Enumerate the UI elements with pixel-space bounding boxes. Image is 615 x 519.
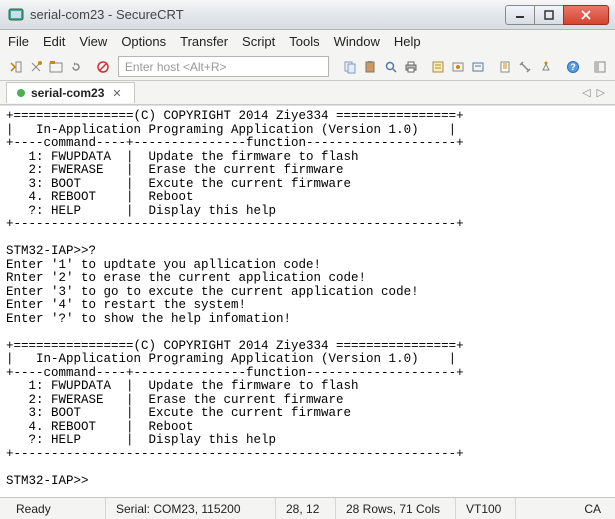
menu-window[interactable]: Window <box>334 34 380 49</box>
terminal-area[interactable]: +================(C) COPYRIGHT 2014 Ziye… <box>0 105 615 497</box>
connect-tab-icon[interactable] <box>46 57 65 77</box>
status-emu: VT100 <box>456 498 516 519</box>
menu-options[interactable]: Options <box>121 34 166 49</box>
global-options-icon[interactable] <box>469 57 488 77</box>
title-bar: serial-com23 - SecureCRT <box>0 0 615 30</box>
copy-icon[interactable] <box>341 57 360 77</box>
help-icon[interactable]: ? <box>563 57 582 77</box>
host-placeholder: Enter host <Alt+R> <box>125 60 227 74</box>
disconnect-icon[interactable] <box>94 57 113 77</box>
status-ready: Ready <box>6 498 106 519</box>
status-serial: Serial: COM23, 115200 <box>106 498 276 519</box>
status-dot-icon <box>17 89 25 97</box>
connect-icon[interactable] <box>6 57 25 77</box>
terminal-output: +================(C) COPYRIGHT 2014 Ziye… <box>0 106 615 492</box>
toggle-icon[interactable] <box>590 57 609 77</box>
menu-view[interactable]: View <box>79 34 107 49</box>
tab-bar: serial-com23 ✕ ◁ ▷ <box>0 81 615 105</box>
svg-text:?: ? <box>570 62 576 72</box>
paste-icon[interactable] <box>361 57 380 77</box>
tab-prev-icon[interactable]: ◁ <box>582 86 590 99</box>
menu-edit[interactable]: Edit <box>43 34 65 49</box>
find-icon[interactable] <box>381 57 400 77</box>
close-button[interactable] <box>563 5 609 25</box>
session-options-icon[interactable] <box>448 57 467 77</box>
window-title: serial-com23 - SecureCRT <box>30 7 506 22</box>
session-tab[interactable]: serial-com23 ✕ <box>6 82 135 103</box>
status-bar: Ready Serial: COM23, 115200 28, 12 28 Ro… <box>0 497 615 519</box>
menu-file[interactable]: File <box>8 34 29 49</box>
reconnect-icon[interactable] <box>67 57 86 77</box>
menu-transfer[interactable]: Transfer <box>180 34 228 49</box>
maximize-button[interactable] <box>534 5 564 25</box>
keymap-icon[interactable] <box>536 57 555 77</box>
quick-connect-icon[interactable] <box>26 57 45 77</box>
menu-script[interactable]: Script <box>242 34 275 49</box>
status-cursor: 28, 12 <box>276 498 336 519</box>
menu-bar: File Edit View Options Transfer Script T… <box>0 30 615 53</box>
tab-close-icon[interactable]: ✕ <box>110 87 123 100</box>
window-controls <box>506 5 609 25</box>
menu-help[interactable]: Help <box>394 34 421 49</box>
status-size: 28 Rows, 71 Cols <box>336 498 456 519</box>
minimize-button[interactable] <box>505 5 535 25</box>
tools-icon[interactable] <box>516 57 535 77</box>
properties-icon[interactable] <box>428 57 447 77</box>
notes-icon[interactable] <box>496 57 515 77</box>
status-caps: CA <box>576 502 609 516</box>
menu-tools[interactable]: Tools <box>289 34 319 49</box>
print-icon[interactable] <box>401 57 420 77</box>
host-input[interactable]: Enter host <Alt+R> <box>118 56 329 77</box>
app-icon <box>8 7 24 23</box>
tab-label: serial-com23 <box>31 86 104 100</box>
toolbar: Enter host <Alt+R> ? <box>0 53 615 81</box>
tab-next-icon[interactable]: ▷ <box>597 86 605 99</box>
